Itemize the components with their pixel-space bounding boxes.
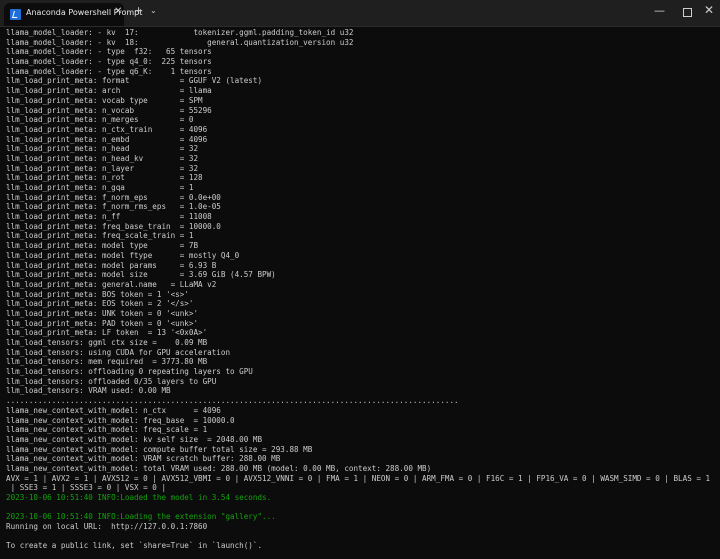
terminal-line: llm_load_print_meta: general.name = LLaM…: [6, 279, 217, 289]
terminal-line: llm_load_tensors: VRAM used: 0.00 MB: [6, 386, 171, 396]
terminal-line: | SSE3 = 1 | SSSE3 = 0 | VSX = 0 |: [6, 483, 167, 493]
terminal-line: llm_load_print_meta: model type = 7B: [6, 241, 199, 251]
terminal-line: llama_new_context_with_model: freq_base …: [6, 415, 235, 425]
terminal-line: llm_load_print_meta: freq_base_train = 1…: [6, 221, 221, 231]
terminal-line: llm_load_print_meta: EOS token = 2 '</s>…: [6, 299, 194, 309]
terminal-line: llama_new_context_with_model: freq_scale…: [6, 425, 208, 435]
terminal-line: llm_load_print_meta: PAD token = 0 '<unk…: [6, 318, 199, 328]
terminal-line: llm_load_tensors: offloaded 0/35 layers …: [6, 376, 217, 386]
terminal-line: llm_load_print_meta: f_norm_eps = 0.0e+0…: [6, 192, 221, 202]
chevron-down-icon[interactable]: ⌄: [150, 6, 157, 15]
terminal-line: llama_new_context_with_model: total VRAM…: [6, 463, 432, 473]
terminal-line: llm_load_print_meta: model params = 6.93…: [6, 260, 217, 270]
terminal-line: To create a public link, set `share=True…: [6, 541, 263, 551]
terminal-line: llm_load_print_meta: n_vocab = 55296: [6, 105, 212, 115]
terminal-line: llama_new_context_with_model: kv self si…: [6, 434, 263, 444]
maximize-button[interactable]: [683, 8, 692, 17]
terminal-line: llm_load_print_meta: n_layer = 32: [6, 163, 199, 173]
terminal-line: llm_load_print_meta: BOS token = 1 '<s>': [6, 289, 189, 299]
terminal-line: llm_load_print_meta: n_rot = 128: [6, 173, 203, 183]
terminal-line: llm_load_tensors: ggml ctx size = 0.09 M…: [6, 338, 208, 347]
terminal-line: llm_load_tensors: mem required = 3773.80…: [6, 357, 208, 367]
terminal-line: llama_new_context_with_model: compute bu…: [6, 444, 313, 454]
terminal-line: llm_load_print_meta: model ftype = mostl…: [6, 250, 240, 260]
tab-close-icon[interactable]: ✕: [114, 6, 122, 17]
terminal-line: llm_load_print_meta: arch = llama: [6, 86, 212, 96]
terminal-line: llama_model_loader: - type f32: 65 tenso…: [6, 47, 212, 57]
terminal-tab[interactable]: Anaconda Powershell Prompt ✕: [4, 3, 142, 26]
terminal-line: llm_load_print_meta: freq_scale_train = …: [6, 231, 194, 241]
terminal-line: llm_load_print_meta: n_merges = 0: [6, 115, 194, 125]
terminal-line: llm_load_print_meta: n_head = 32: [6, 144, 199, 154]
terminal-line: llama_model_loader: - kv 17: tokenizer.g…: [6, 28, 354, 37]
terminal-line: llm_load_print_meta: format = GGUF V2 (l…: [6, 76, 263, 86]
powershell-icon: [10, 9, 21, 20]
terminal-line: llm_load_tensors: offloading 0 repeating…: [6, 367, 253, 377]
terminal-line: llm_load_print_meta: n_embd = 4096: [6, 134, 208, 144]
terminal-line: 2023-10-06 10:51:40 INFO:Loaded the mode…: [6, 493, 272, 502]
tab-title: Anaconda Powershell Prompt: [26, 8, 143, 17]
terminal-line: llama_model_loader: - kv 18: general.qua…: [6, 37, 354, 47]
terminal-line: llm_load_print_meta: f_norm_rms_eps = 1.…: [6, 202, 221, 212]
terminal-line: llama_model_loader: - type q4_0: 225 ten…: [6, 57, 212, 67]
terminal-line: AVX = 1 | AVX2 = 1 | AVX512 = 0 | AVX512…: [6, 473, 711, 483]
minimize-button[interactable]: —: [654, 4, 665, 17]
close-window-button[interactable]: ✕: [704, 3, 714, 17]
title-bar: Anaconda Powershell Prompt ✕ + ⌄ — ✕: [0, 0, 720, 27]
new-tab-button[interactable]: +: [134, 4, 143, 17]
terminal-line: llm_load_print_meta: n_head_kv = 32: [6, 153, 199, 163]
terminal-line: ........................................…: [6, 396, 459, 406]
scrollbar[interactable]: [715, 28, 719, 556]
terminal-line: llama_model_loader: - type q6_K: 1 tenso…: [6, 66, 212, 76]
terminal-line: Running on local URL: http://127.0.0.1:7…: [6, 522, 208, 532]
terminal-output[interactable]: llama_model_loader: - kv 17: tokenizer.g…: [6, 28, 714, 556]
terminal-line: llm_load_print_meta: n_ctx_train = 4096: [6, 124, 208, 134]
terminal-line: llm_load_print_meta: n_gqa = 1: [6, 183, 194, 192]
terminal-line: llm_load_tensors: using CUDA for GPU acc…: [6, 347, 231, 357]
terminal-line: llm_load_print_meta: LF token = 13 '<0x0…: [6, 328, 208, 338]
terminal-line: llm_load_print_meta: vocab type = SPM: [6, 95, 203, 105]
terminal-line: llm_load_print_meta: UNK token = 0 '<unk…: [6, 308, 199, 318]
terminal-line: llm_load_print_meta: n_ff = 11008: [6, 212, 212, 222]
terminal-line: llama_new_context_with_model: n_ctx = 40…: [6, 405, 221, 415]
terminal-line: 2023-10-06 10:51:40 INFO:Loading the ext…: [6, 512, 276, 522]
terminal-line: llm_load_print_meta: model size = 3.69 G…: [6, 270, 276, 280]
terminal-line: llama_new_context_with_model: VRAM scrat…: [6, 454, 281, 464]
